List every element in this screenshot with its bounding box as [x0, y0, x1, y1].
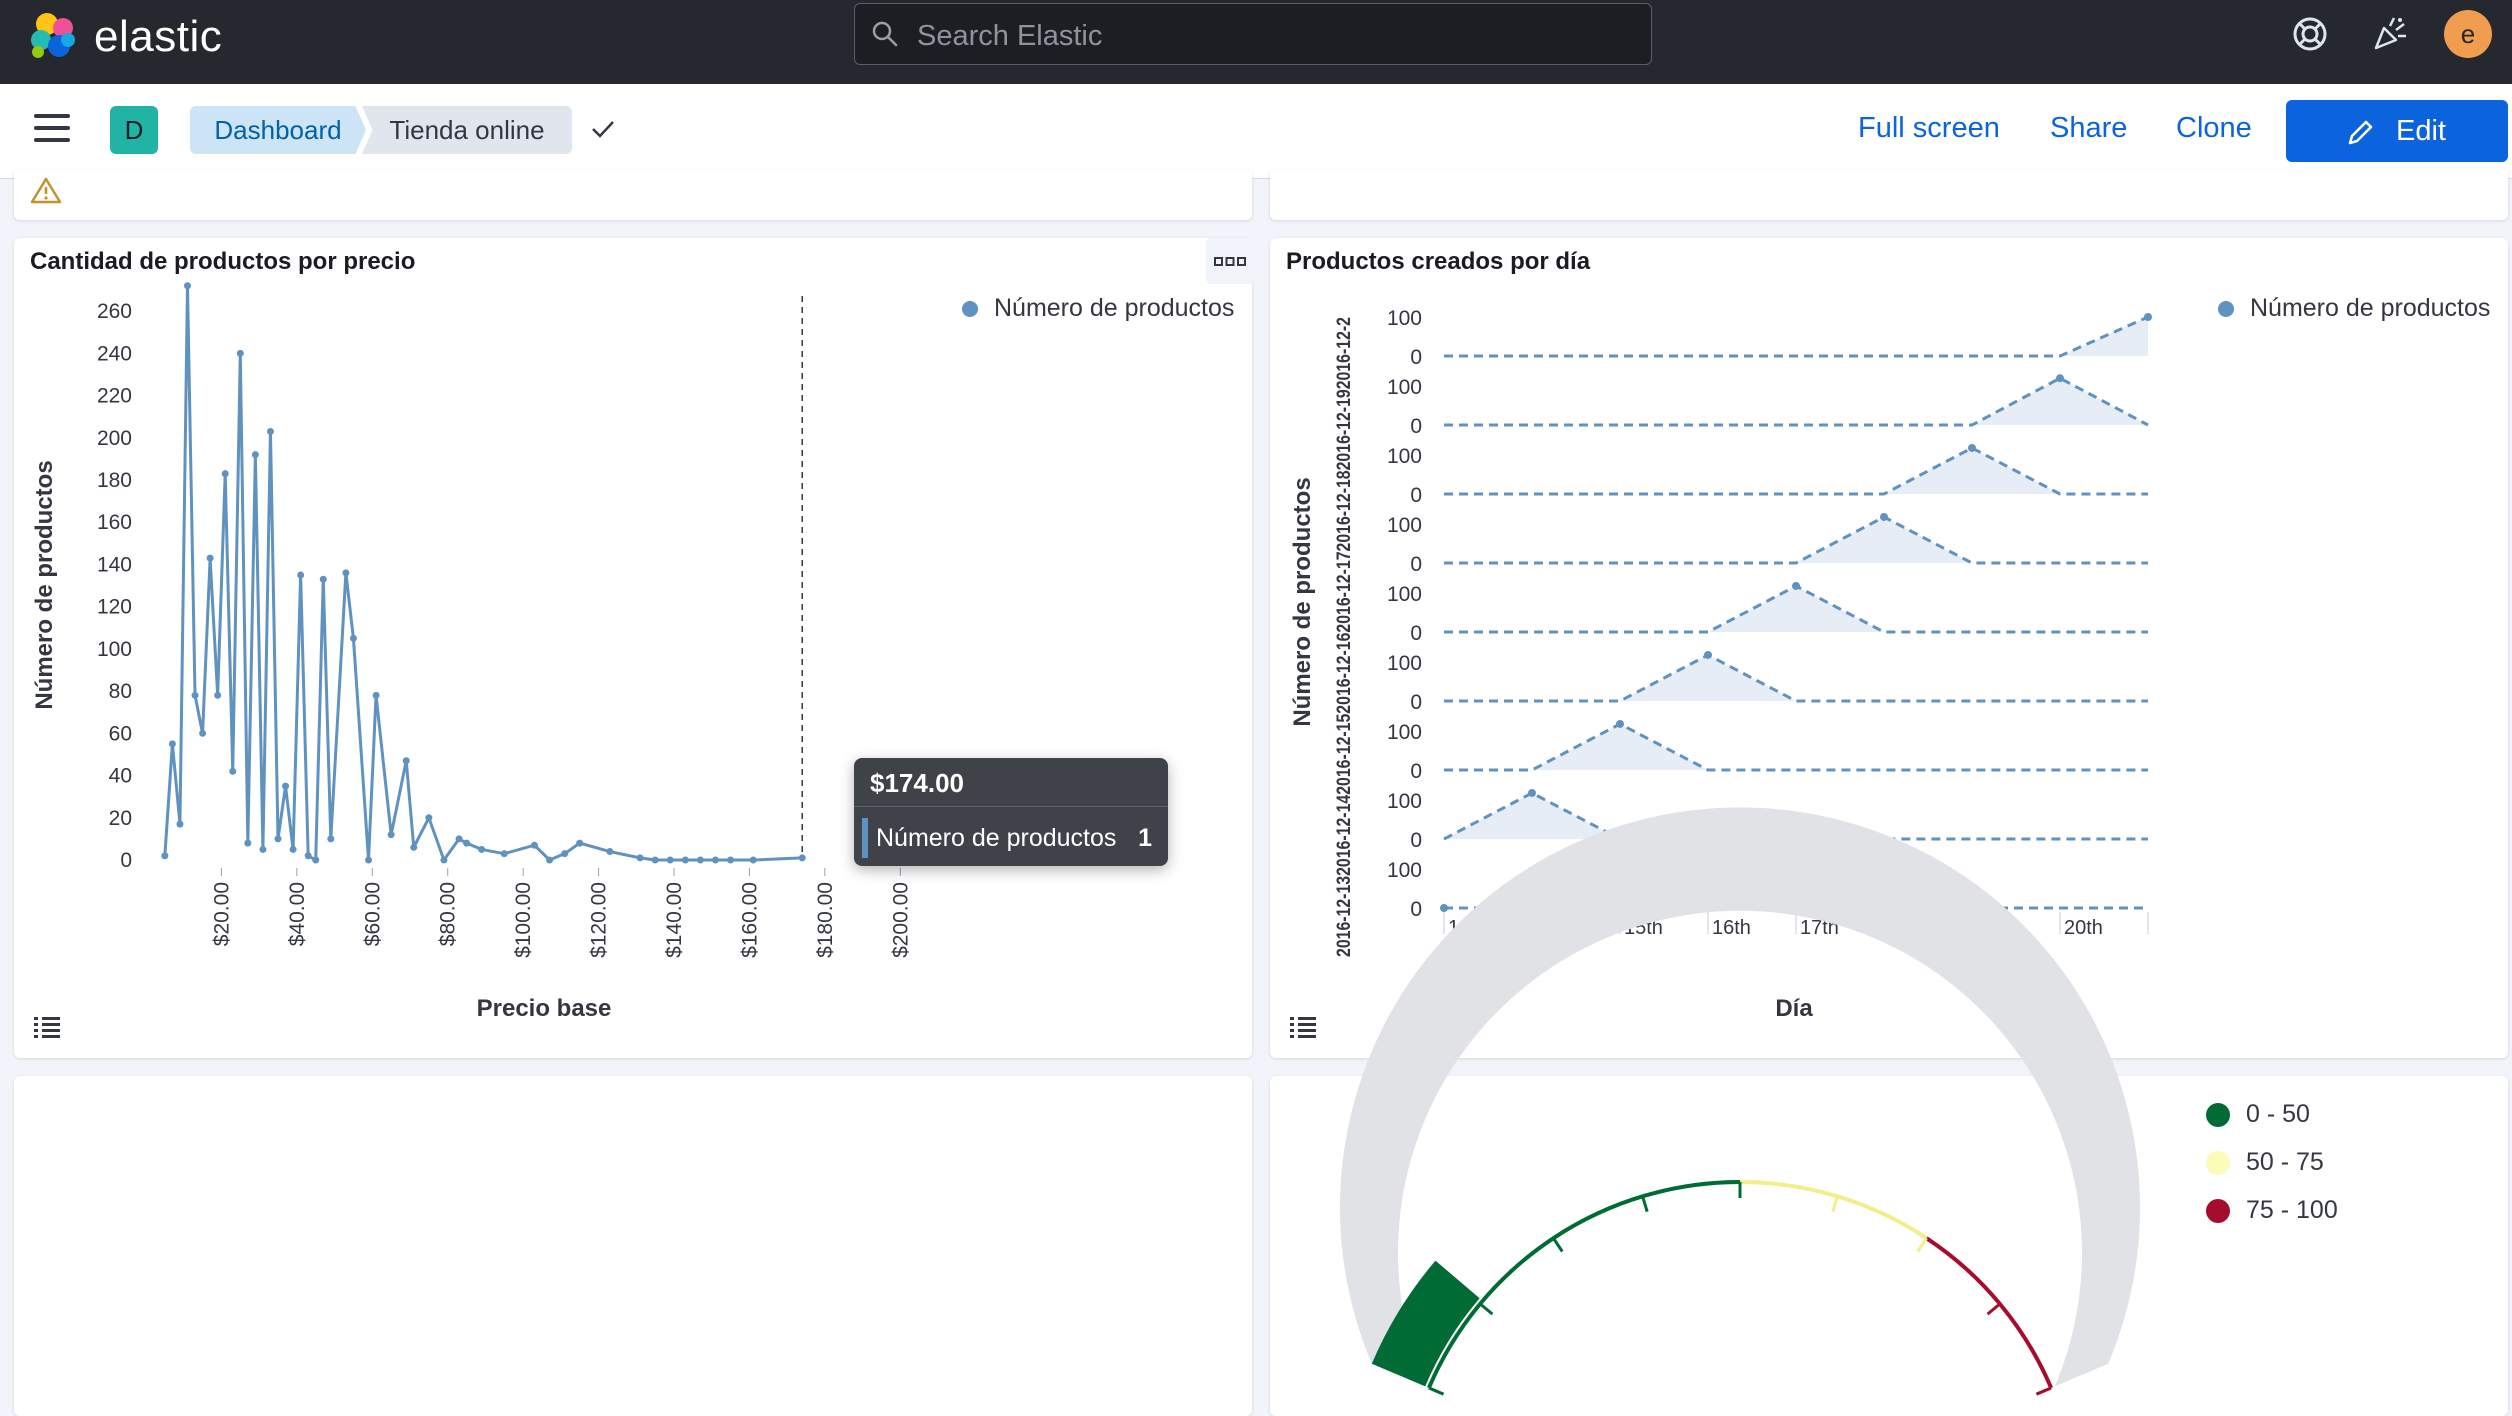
gauge-tick	[1831, 1195, 1839, 1213]
gauge-chart	[1340, 807, 2140, 1396]
gauge-range-band	[1427, 1180, 1741, 1389]
gauge-tick	[1552, 1237, 1564, 1253]
gauge-tick	[2035, 1386, 2052, 1396]
gauge-tick	[1428, 1386, 1445, 1396]
gauge-tick	[1986, 1302, 2001, 1316]
gauge-tick	[1641, 1195, 1649, 1213]
gauge-tick	[1479, 1302, 1494, 1316]
gauge-tick	[1916, 1237, 1928, 1253]
